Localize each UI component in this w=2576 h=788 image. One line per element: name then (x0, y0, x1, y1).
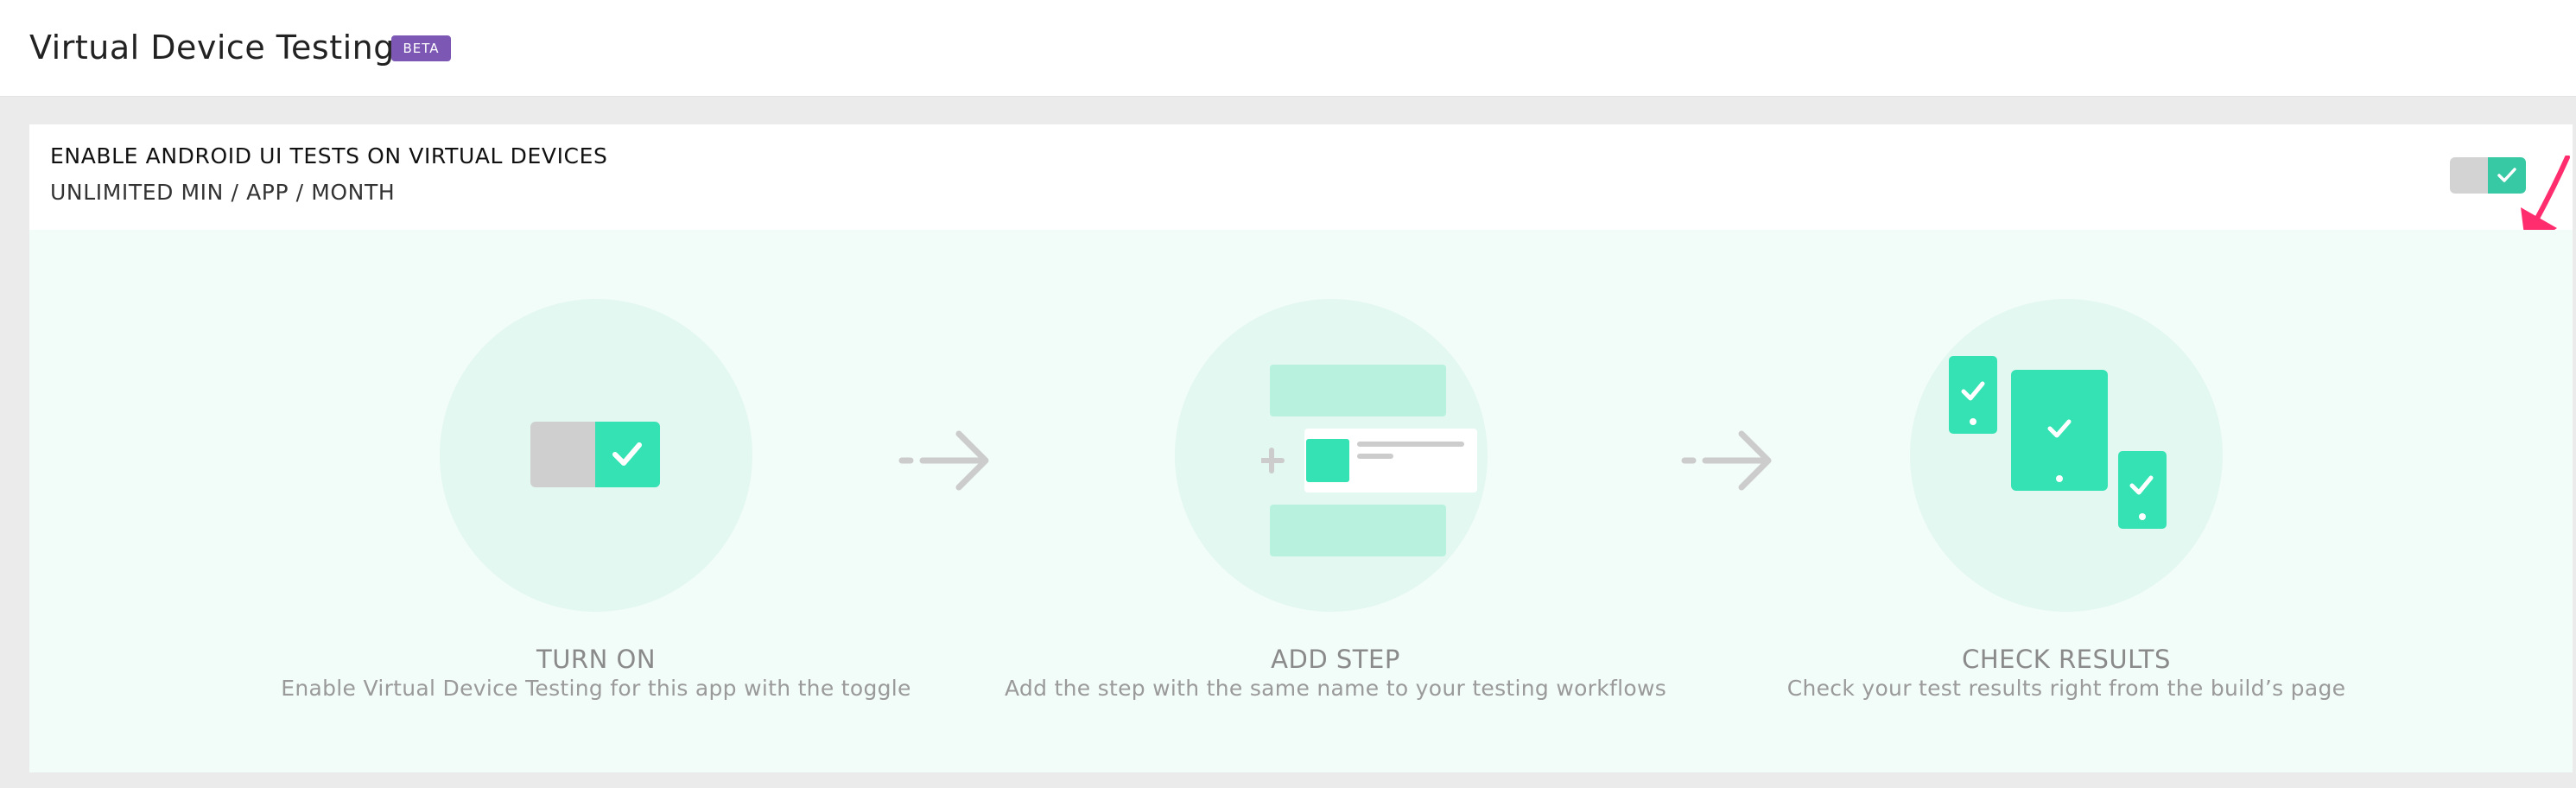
step-check-results: CHECK RESULTS Check your test results ri… (1712, 230, 2421, 772)
step-title: CHECK RESULTS (1962, 645, 2171, 674)
toggle-illustration-icon (530, 422, 660, 487)
toggle-off-side (2450, 157, 2488, 194)
step-turn-on: TURN ON Enable Virtual Device Testing fo… (242, 230, 950, 772)
how-it-works-panel: TURN ON Enable Virtual Device Testing fo… (29, 230, 2573, 772)
step-title: TURN ON (536, 645, 657, 674)
step-add-step: ADD STEP Add the step with the same name… (947, 230, 1666, 772)
page-title: Virtual Device Testing (29, 29, 395, 67)
step-title: ADD STEP (1271, 645, 1400, 674)
devices-illustration-icon (1949, 356, 2167, 529)
step-description: Enable Virtual Device Testing for this a… (281, 676, 911, 701)
feature-subtitle: UNLIMITED MIN / APP / MONTH (50, 180, 396, 205)
feature-card: ENABLE ANDROID UI TESTS ON VIRTUAL DEVIC… (29, 124, 2573, 772)
page-header: Virtual Device Testing BETA (0, 0, 2576, 97)
add-step-illustration-icon (1261, 365, 1477, 556)
beta-badge: BETA (391, 35, 451, 61)
step-description: Add the step with the same name to your … (1004, 676, 1667, 701)
step-description: Check your test results right from the b… (1786, 676, 2346, 701)
feature-title: ENABLE ANDROID UI TESTS ON VIRTUAL DEVIC… (50, 143, 608, 168)
